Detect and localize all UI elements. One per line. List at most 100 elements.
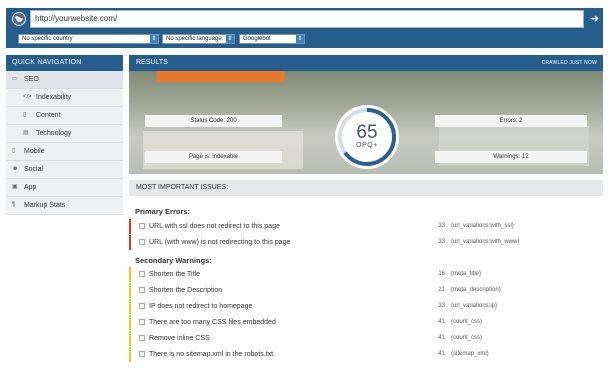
issue-code: (count_css): [451, 335, 483, 341]
warnings-count-badge: Warnings: 12: [435, 151, 587, 163]
mobile-icon: ▯: [12, 148, 16, 154]
submit-button[interactable]: ➜: [586, 10, 603, 28]
issue-checkbox[interactable]: [139, 239, 145, 245]
issue-count: 33: [438, 303, 445, 309]
issue-checkbox[interactable]: [139, 271, 145, 277]
issue-code: (url_variations:ip): [451, 303, 498, 309]
preview-content-left: [143, 131, 303, 169]
indexable-badge: Page is: indexable: [145, 151, 282, 163]
issue-row[interactable]: There is no sitemap.xml in the robots.tx…: [129, 347, 603, 362]
issue-count: 33: [438, 239, 445, 245]
sidebar-item-technology[interactable]: ▤ Technology: [6, 125, 123, 143]
error-marker: [129, 219, 131, 234]
issue-row[interactable]: Shorten the Description 21 (meta_descrip…: [129, 283, 603, 298]
sidebar-item-label: Technology: [36, 130, 72, 137]
users-icon: ☻: [12, 166, 19, 172]
results-header: RESULTS CRAWLED JUST NOW: [129, 55, 603, 71]
server-icon: ▤: [23, 130, 29, 136]
chevron-down-icon: ⇕: [226, 35, 234, 43]
issue-label: IP does not redirect to homepage: [149, 303, 253, 310]
issue-count: 33: [438, 223, 445, 229]
issue-code: (meta_description): [451, 287, 501, 293]
issue-checkbox[interactable]: [139, 303, 145, 309]
website-preview: Status Code: 200 Page is: indexable Erro…: [129, 71, 603, 174]
secondary-warnings-title: Secondary Warnings:: [135, 256, 212, 265]
issue-row[interactable]: Shorten the Title 16 (meta_title): [129, 267, 603, 282]
sidebar-item-seo[interactable]: ▭ SEO: [6, 71, 123, 89]
app-icon: ▣: [12, 184, 18, 190]
issue-count: 21: [438, 287, 445, 293]
paragraph-icon: ¶: [12, 202, 16, 208]
search-bar-area: http://yourwebsite.com/ ➜ No specific co…: [6, 8, 603, 48]
issue-checkbox[interactable]: [139, 319, 145, 325]
issue-count: 41: [438, 351, 445, 357]
issue-label: URL (with www) is not redirecting to thi…: [149, 239, 291, 246]
sidebar-item-mobile[interactable]: ▯ Mobile: [6, 143, 123, 161]
quick-navigation: QUICK NAVIGATION ▭ SEO </> Indexability …: [6, 55, 123, 215]
warning-marker: [129, 283, 131, 298]
sidebar-item-label: Markup Stats: [24, 202, 66, 209]
issue-row[interactable]: URL (with www) is not redirecting to thi…: [129, 235, 603, 250]
chevron-down-icon: ⇕: [150, 35, 158, 43]
issue-code: (url_variations:with_ssl): [451, 223, 514, 229]
issue-checkbox[interactable]: [139, 335, 145, 341]
sidebar-item-indexability[interactable]: </> Indexability: [6, 89, 123, 107]
issue-label: There is no sitemap.xml in the robots.tx…: [149, 351, 276, 358]
issue-row[interactable]: There are too many CSS files embedded 41…: [129, 315, 603, 330]
issue-code: (sitemap_xml): [451, 351, 489, 357]
primary-errors-title: Primary Errors:: [135, 207, 191, 216]
globe-icon: [12, 12, 26, 26]
issue-label: Remove inline CSS: [149, 335, 210, 342]
url-input[interactable]: http://yourwebsite.com/: [30, 10, 584, 28]
crawled-status: CRAWLED JUST NOW: [541, 60, 597, 66]
issue-label: There are too many CSS files embedded: [149, 319, 276, 326]
issue-label: Shorten the Title: [149, 271, 200, 278]
issue-row[interactable]: URL with ssl does not redirect to this p…: [129, 219, 603, 234]
document-icon: ▯: [23, 112, 27, 118]
issue-checkbox[interactable]: [139, 351, 145, 357]
preview-banner: [157, 71, 285, 82]
language-select[interactable]: No specific language ⇕: [162, 34, 235, 44]
issues-header: MOST IMPORTANT ISSUES:: [129, 180, 603, 196]
error-marker: [129, 235, 131, 250]
results-title: RESULTS: [136, 59, 168, 66]
sidebar-item-label: SEO: [24, 76, 39, 83]
score-value: 65: [356, 122, 378, 143]
sidebar-item-content[interactable]: ▯ Content: [6, 107, 123, 125]
sidebar-item-markup-stats[interactable]: ¶ Markup Stats: [6, 197, 123, 215]
issue-count: 41: [438, 319, 445, 325]
sidebar-item-social[interactable]: ☻ Social: [6, 161, 123, 179]
warning-marker: [129, 299, 131, 314]
results-panel: RESULTS CRAWLED JUST NOW Status Code: 20…: [129, 55, 603, 196]
country-select[interactable]: No specific country ⇕: [18, 34, 159, 44]
issue-code: (meta_title): [451, 271, 482, 277]
issue-label: URL with ssl does not redirect to this p…: [149, 223, 280, 230]
arrow-right-icon: ➜: [589, 13, 600, 25]
issue-count: 41: [438, 335, 445, 341]
sidebar-item-app[interactable]: ▣ App: [6, 179, 123, 197]
country-select-value: No specific country: [22, 36, 73, 42]
warning-marker: [129, 267, 131, 282]
sidebar-item-label: Indexability: [36, 94, 72, 101]
issue-label: Shorten the Description: [149, 287, 223, 294]
sidebar-item-label: Social: [24, 166, 44, 173]
issue-count: 16: [438, 271, 445, 277]
issue-code: (count_css): [451, 319, 483, 325]
crawler-select-value: Googlebot: [243, 36, 271, 42]
sidebar-item-label: Content: [36, 112, 61, 119]
issue-code: (url_variations:with_www): [451, 239, 520, 245]
seo-icon: ▭: [12, 76, 18, 82]
crawler-select[interactable]: Googlebot ⇕: [239, 34, 305, 44]
issue-checkbox[interactable]: [139, 223, 145, 229]
warning-marker: [129, 331, 131, 346]
issue-row[interactable]: Remove inline CSS 41 (count_css): [129, 331, 603, 346]
sidebar-item-label: App: [24, 184, 37, 191]
issue-checkbox[interactable]: [139, 287, 145, 293]
warning-marker: [129, 347, 131, 362]
issue-row[interactable]: IP does not redirect to homepage 33 (url…: [129, 299, 603, 314]
url-row: http://yourwebsite.com/ ➜: [6, 8, 603, 30]
sidebar-title: QUICK NAVIGATION: [6, 55, 123, 71]
errors-count-badge: Errors: 2: [435, 115, 587, 127]
warning-marker: [129, 315, 131, 330]
code-icon: </>: [23, 94, 32, 100]
